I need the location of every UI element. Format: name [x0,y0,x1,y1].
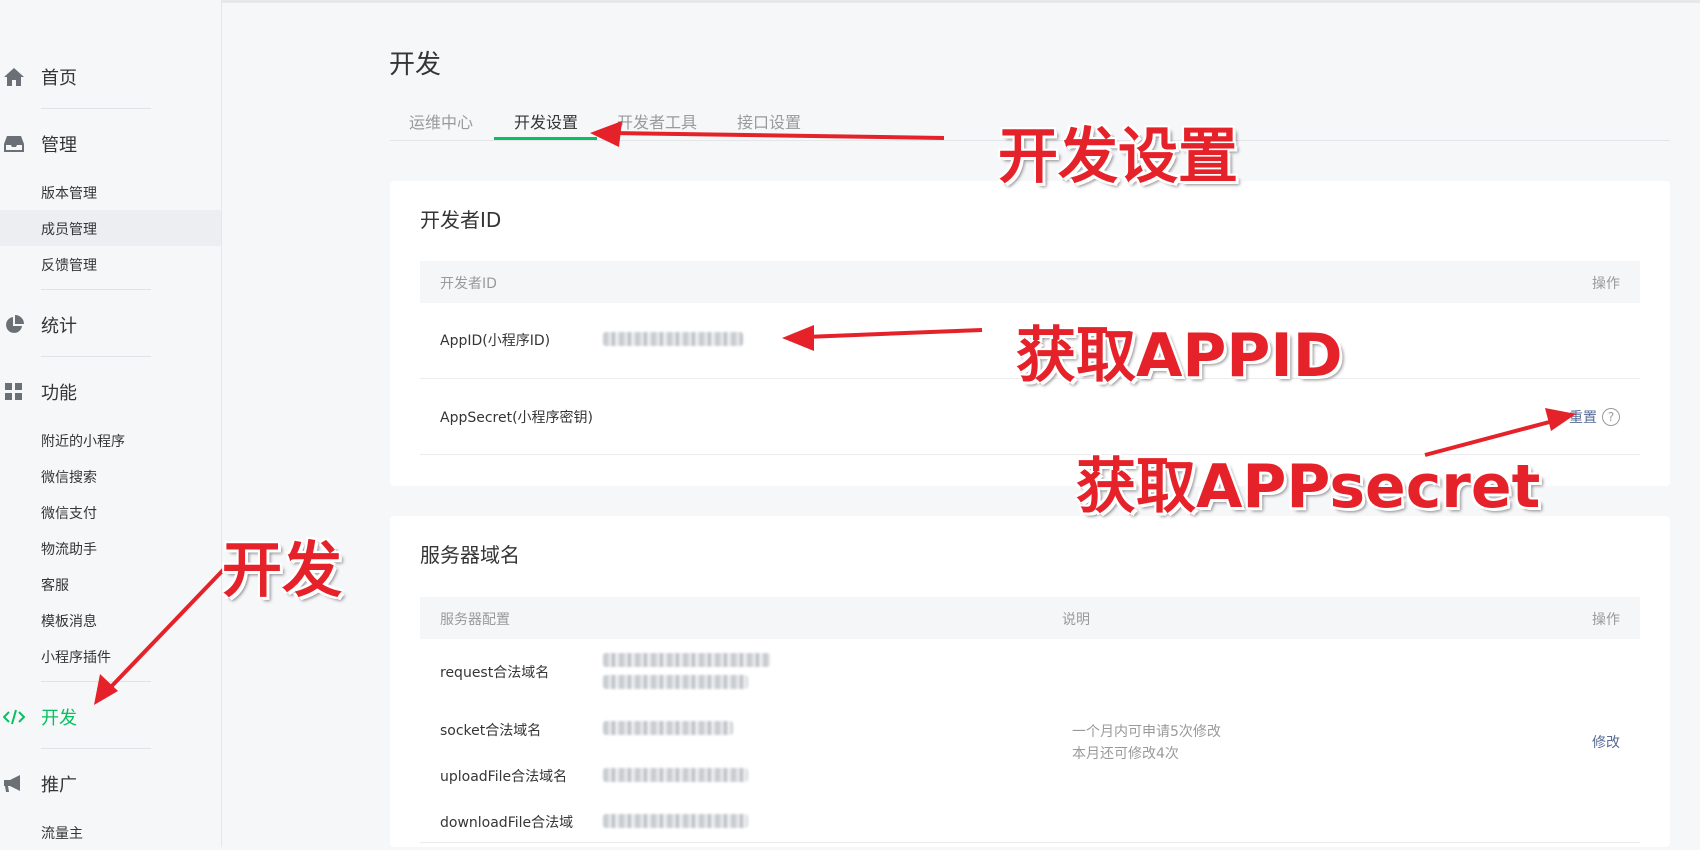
arrow-to-dev-sidebar [94,565,228,705]
annotation-dev-settings: 开发设置 [998,122,1238,192]
arrow-to-appid [782,325,983,351]
annotation-get-appid: 获取APPID [1016,321,1343,391]
annotation-dev: 开发 [222,536,342,606]
annotation-arrows [94,121,1576,705]
annotation-get-secret: 获取APPsecret [1076,452,1541,522]
arrow-to-dev-settings-tab [590,121,945,147]
